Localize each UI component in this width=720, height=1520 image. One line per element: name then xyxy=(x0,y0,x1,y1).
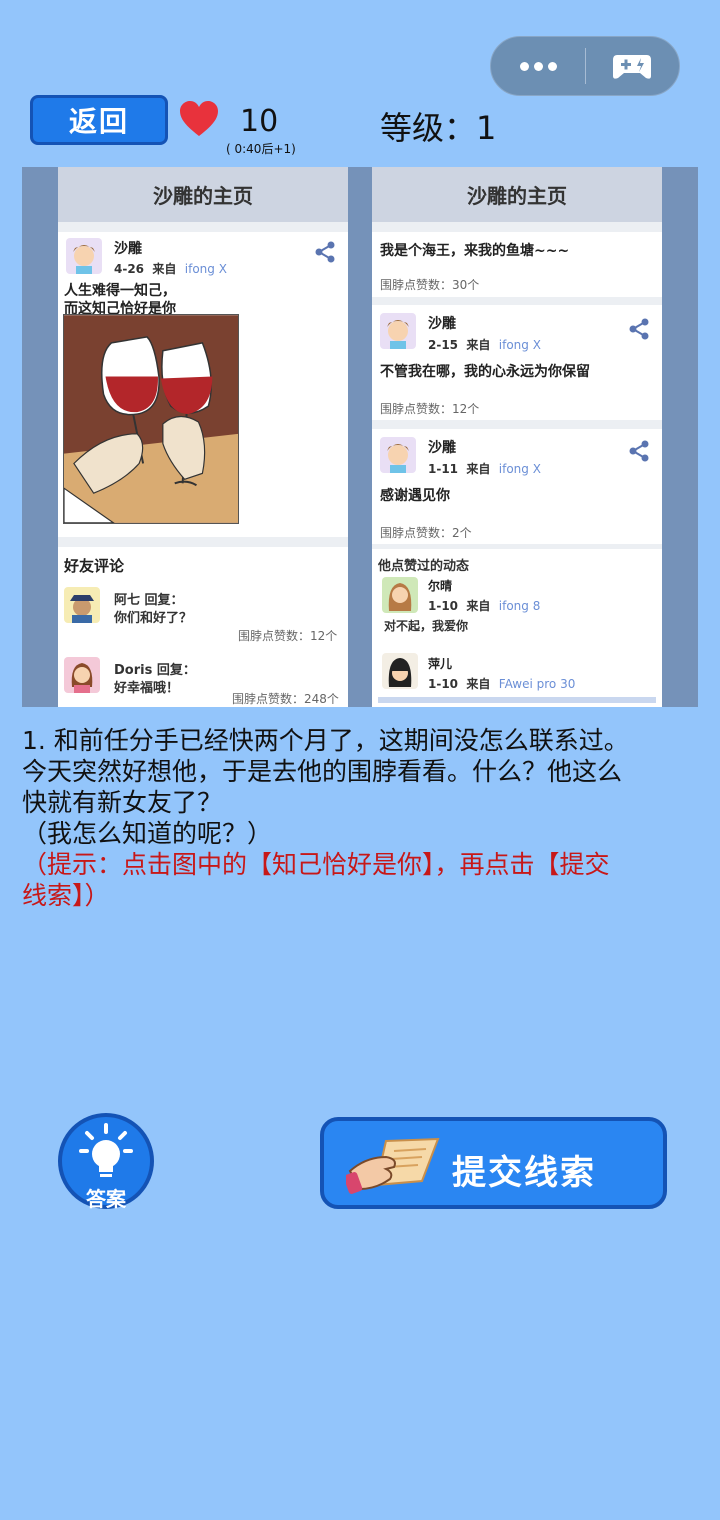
comment-text: 好幸福哦！ xyxy=(114,681,180,696)
submit-label: 提交线索 xyxy=(452,1153,596,1193)
lives-timer: ( 0:40后+1) xyxy=(226,142,296,156)
post-card: 我是个海王，来我的鱼塘~~~ 围脖点赞数：30个 xyxy=(372,232,662,297)
left-profile-panel: 沙雕的主页 沙雕 4-26 来自 ifong X 人生难得一知己， 而这知己恰好… xyxy=(58,167,348,707)
liked-meta: 1-10 来自 ifong 8 xyxy=(428,597,540,614)
back-button[interactable]: 返回 xyxy=(30,95,168,145)
story-line: 快就有新女友了？ xyxy=(22,788,223,817)
right-profile-panel: 沙雕的主页 我是个海王，来我的鱼塘~~~ 围脖点赞数：30个 沙雕 2-15 来… xyxy=(372,167,662,707)
avatar xyxy=(380,313,416,349)
post-text: 感谢遇见你 xyxy=(380,488,450,504)
post-device: ifong X xyxy=(184,262,227,276)
story-line: 1. 和前任分手已经快两个月了，这期间没怎么联系过。 xyxy=(22,726,629,755)
lives-count: 10 xyxy=(240,104,279,139)
liked-text: 对不起，我爱你 xyxy=(384,619,469,633)
level-label: 等级：1 xyxy=(380,109,497,147)
story-line: （我怎么知道的呢？） xyxy=(22,819,273,848)
share-icon[interactable] xyxy=(627,439,651,463)
comment-text: 你们和好了？ xyxy=(114,611,193,626)
story-text: 1. 和前任分手已经快两个月了，这期间没怎么联系过。 今天突然好想他，于是去他的… xyxy=(22,725,702,911)
liked-date: 1-10 xyxy=(428,599,459,613)
comment-likes: 围脖点赞数：12个 xyxy=(238,629,338,643)
post-text: 不管我在哪，我的心永远为你保留 xyxy=(380,364,590,380)
liked-meta: 1-10 来自 FAwei pro 30 xyxy=(428,675,575,692)
comment-user: Doris 回复： xyxy=(114,663,196,678)
avatar xyxy=(64,587,100,623)
more-dots-icon[interactable] xyxy=(491,37,585,95)
comments-card: 好友评论 阿七 回复： 你们和好了？ 围脖点赞数：12个 Doris 回复： 好… xyxy=(58,547,348,707)
panel-header: 沙雕的主页 xyxy=(372,167,662,222)
post-card: 沙雕 4-26 来自 ifong X 人生难得一知己， 而这知己恰好是你 xyxy=(58,232,348,537)
post-likes: 围脖点赞数：12个 xyxy=(380,402,480,416)
heart-icon xyxy=(180,101,218,136)
liked-via: 来自 xyxy=(466,599,491,613)
submit-clue-button[interactable]: 提交线索 xyxy=(320,1117,667,1209)
post-card: 沙雕 1-11 来自 ifong X 感谢遇见你 围脖点赞数：2个 xyxy=(372,429,662,544)
comment-likes: 围脖点赞数：248个 xyxy=(232,692,339,706)
lightbulb-icon xyxy=(79,1123,133,1177)
scroll-hint-bar xyxy=(378,697,656,703)
liked-device: FAwei pro 30 xyxy=(498,677,576,691)
liked-username: 尔晴 xyxy=(428,579,453,593)
liked-via: 来自 xyxy=(466,677,491,691)
share-icon[interactable] xyxy=(627,317,651,341)
comment-user: 阿七 回复： xyxy=(114,593,184,608)
post-username: 沙雕 xyxy=(114,241,142,257)
post-meta: 1-11 来自 ifong X xyxy=(428,460,541,477)
avatar xyxy=(64,657,100,693)
post-date: 1-11 xyxy=(428,462,459,476)
share-icon[interactable] xyxy=(313,240,337,264)
comments-header: 好友评论 xyxy=(64,557,125,575)
post-meta: 2-15 来自 ifong X xyxy=(428,336,541,353)
wine-toast-image xyxy=(63,314,239,524)
panel-header: 沙雕的主页 xyxy=(58,167,348,222)
post-username: 沙雕 xyxy=(428,440,456,456)
post-date: 4-26 xyxy=(114,262,145,276)
post-likes: 围脖点赞数：30个 xyxy=(380,278,480,292)
liked-username: 萍儿 xyxy=(428,657,453,671)
post-device: ifong X xyxy=(498,338,541,352)
puzzle-image: 沙雕的主页 沙雕 4-26 来自 ifong X 人生难得一知己， 而这知己恰好… xyxy=(22,167,698,707)
post-meta: 4-26 来自 ifong X xyxy=(114,260,227,277)
hint-line: 线索】） xyxy=(22,881,110,910)
avatar xyxy=(380,437,416,473)
story-line: 今天突然好想他，于是去他的围脖看看。什么？他这么 xyxy=(22,757,623,786)
post-card: 沙雕 2-15 来自 ifong X 不管我在哪，我的心永远为你保留 围脖点赞数… xyxy=(372,305,662,420)
liked-device: ifong 8 xyxy=(498,599,541,613)
post-date: 2-15 xyxy=(428,338,459,352)
post-username: 沙雕 xyxy=(428,316,456,332)
post-via: 来自 xyxy=(152,262,177,276)
mini-program-capsule xyxy=(490,36,680,96)
liked-date: 1-10 xyxy=(428,677,459,691)
avatar xyxy=(382,577,418,613)
post-via: 来自 xyxy=(466,338,491,352)
hint-line: （提示：点击图中的【知己恰好是你】，再点击【提交 xyxy=(22,850,610,879)
gamepad-icon[interactable] xyxy=(586,37,679,95)
liked-posts-card: 他点赞过的动态 尔晴 1-10 来自 ifong 8 对不起，我爱你 萍儿 1-… xyxy=(372,549,662,707)
answer-button[interactable]: 答案 xyxy=(58,1113,154,1211)
post-via: 来自 xyxy=(466,462,491,476)
hand-note-icon xyxy=(346,1137,440,1194)
post-likes: 围脖点赞数：2个 xyxy=(380,526,472,540)
post-device: ifong X xyxy=(498,462,541,476)
post-text: 我是个海王，来我的鱼塘~~~ xyxy=(380,243,570,259)
post-line-1: 人生难得一知己， xyxy=(64,283,176,299)
liked-header: 他点赞过的动态 xyxy=(378,559,470,574)
avatar xyxy=(66,238,102,274)
answer-label: 答案 xyxy=(86,1187,126,1211)
avatar xyxy=(382,653,418,689)
